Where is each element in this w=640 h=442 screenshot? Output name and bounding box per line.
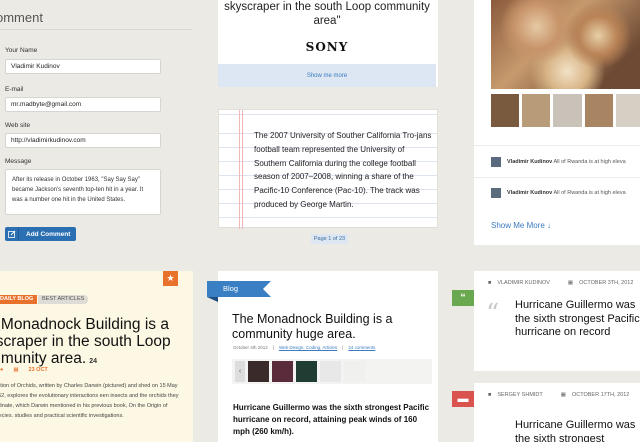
- sony-logo: SONY: [305, 40, 349, 54]
- photo-thumbnail[interactable]: [522, 94, 551, 127]
- quote-text[interactable]: Hurricane Guillermo was the sixth strong…: [515, 419, 640, 442]
- notepad-margin-line: [242, 110, 243, 229]
- avatar: [491, 157, 501, 167]
- post-text: All of Rwanda is at high eleva: [553, 159, 626, 165]
- category-tag[interactable]: DAILY BLOG: [0, 295, 38, 304]
- post-title[interactable]: e Monadnock Building is a yscraper in th…: [0, 316, 198, 370]
- post-excerpt: lisation of Orchids, written by Charles …: [0, 383, 179, 419]
- add-comment-button[interactable]: Add Comment: [5, 227, 76, 241]
- photo-thumbnail[interactable]: [615, 94, 640, 127]
- quote-date: OCTOBER 3TH, 2012: [579, 280, 634, 286]
- message-textarea[interactable]: After its release in October 1963, "Say …: [5, 169, 161, 215]
- website-label: Web site: [5, 122, 31, 129]
- sony-card: skyscraper in the south Loop community a…: [218, 0, 438, 87]
- photo-thumbnails: [491, 94, 640, 127]
- user-icon: ●: [0, 367, 4, 373]
- gallery-thumbnail[interactable]: [344, 361, 365, 382]
- star-icon[interactable]: ★: [163, 271, 178, 286]
- post-row[interactable]: Vladimir Kudinov All of Rwanda is at hig…: [491, 157, 640, 167]
- gallery-thumbnail[interactable]: [248, 361, 269, 382]
- post-excerpt: Hurricane Guillermo was the sixth strong…: [233, 403, 430, 436]
- notepad-margin-line: [239, 110, 240, 229]
- show-me-more-button[interactable]: Show me more: [218, 64, 436, 87]
- quote-text[interactable]: Hurricane Guillermo was the sixth strong…: [515, 299, 640, 340]
- gallery-thumbnail[interactable]: [296, 361, 317, 382]
- divider: [474, 145, 640, 146]
- quote-meta: ■ VLADIMIR KUDINOV ▦ OCTOBER 3TH, 2012: [488, 280, 640, 286]
- post-author: Vladimir Kudinov: [507, 159, 553, 165]
- quote-card: ■ SERGEY SHMIDT ▦ OCTOBER 17TH, 2012 Hur…: [474, 383, 640, 442]
- post-row[interactable]: Vladimir Kudinov All of Rwanda is at hig…: [491, 188, 640, 198]
- sony-quote: skyscraper in the south Loop community a…: [224, 1, 430, 27]
- photo-thumbnail[interactable]: [553, 94, 582, 127]
- video-tab-icon: ▬: [452, 391, 474, 407]
- post-date: 23 OCT: [28, 367, 48, 373]
- category-links[interactable]: Web Design, Coding, Articles: [279, 345, 337, 350]
- quote-meta: ■ SERGEY SHMIDT ▦ OCTOBER 17TH, 2012: [488, 392, 640, 398]
- user-icon: ■: [488, 280, 492, 286]
- quote-date: OCTOBER 17TH, 2012: [571, 392, 630, 398]
- comments-link[interactable]: 24 comments: [348, 345, 375, 350]
- add-comment-label: Add Comment: [26, 230, 71, 238]
- gallery-thumbnail[interactable]: [272, 361, 293, 382]
- divider: [474, 177, 640, 178]
- quote-author[interactable]: SERGEY SHMIDT: [497, 392, 542, 398]
- show-more-label: Show Me More: [491, 221, 545, 230]
- comment-count: 24: [89, 358, 97, 365]
- post-meta: ● ▦ 23 OCT: [0, 367, 48, 373]
- monadnock-card: Blog The Monadnock Building is a communi…: [207, 271, 438, 442]
- name-input[interactable]: Vladimir Kudinov: [5, 59, 161, 74]
- image-gallery: ‹: [232, 359, 432, 384]
- show-more-link[interactable]: Show Me More ↓: [491, 221, 551, 230]
- comment-form-title: omment: [0, 10, 196, 30]
- post-title[interactable]: The Monadnock Building is a community hu…: [232, 312, 432, 342]
- calendar-icon: ▦: [567, 280, 574, 286]
- email-input[interactable]: mr.madbyte@gmail.com: [5, 97, 161, 112]
- gallery-thumbnail[interactable]: [320, 361, 341, 382]
- quote-tab-icon: “: [452, 290, 474, 306]
- notepad-card: The 2007 University of Souther Californi…: [218, 109, 438, 229]
- notepad-text: The 2007 University of Souther Californi…: [254, 131, 432, 209]
- post-date: October 4th 2012: [233, 345, 268, 350]
- email-label: E-mail: [5, 86, 24, 93]
- photo-thumbnail[interactable]: [584, 94, 613, 127]
- name-label: Your Name: [5, 47, 38, 54]
- quote-mark-icon: “: [486, 299, 500, 329]
- edit-icon: [5, 227, 19, 241]
- category-tag[interactable]: BEST ARTICLES: [38, 295, 89, 304]
- daily-blog-card: ★ DAILY BLOG BEST ARTICLES e Monadnock B…: [0, 271, 193, 442]
- quote-author[interactable]: VLADIMIR KUDINOV: [497, 280, 550, 286]
- calendar-icon: ▦: [13, 367, 19, 373]
- user-icon: ■: [488, 392, 492, 398]
- page-indicator: Page 1 of 23: [311, 234, 348, 244]
- message-label: Message: [5, 158, 32, 165]
- photo-main-image[interactable]: [491, 0, 640, 89]
- blog-ribbon: Blog: [207, 281, 271, 302]
- post-author: Vladimir Kudinov: [507, 190, 553, 196]
- website-input[interactable]: http://vladimirkudinov.com: [5, 133, 161, 148]
- chevron-left-icon[interactable]: ‹: [235, 361, 245, 382]
- avatar: [491, 188, 501, 198]
- photo-thumbnail[interactable]: [491, 94, 520, 127]
- calendar-icon: ▦: [560, 392, 566, 398]
- post-text: All of Rwanda is at high eleva: [553, 190, 626, 196]
- arrow-down-icon: ↓: [547, 221, 552, 230]
- photo-card: Vladimir Kudinov All of Rwanda is at hig…: [474, 0, 640, 245]
- post-meta: October 4th 2012 | Web Design, Coding, A…: [233, 345, 376, 350]
- quote-card: ■ VLADIMIR KUDINOV ▦ OCTOBER 3TH, 2012 “…: [474, 271, 640, 371]
